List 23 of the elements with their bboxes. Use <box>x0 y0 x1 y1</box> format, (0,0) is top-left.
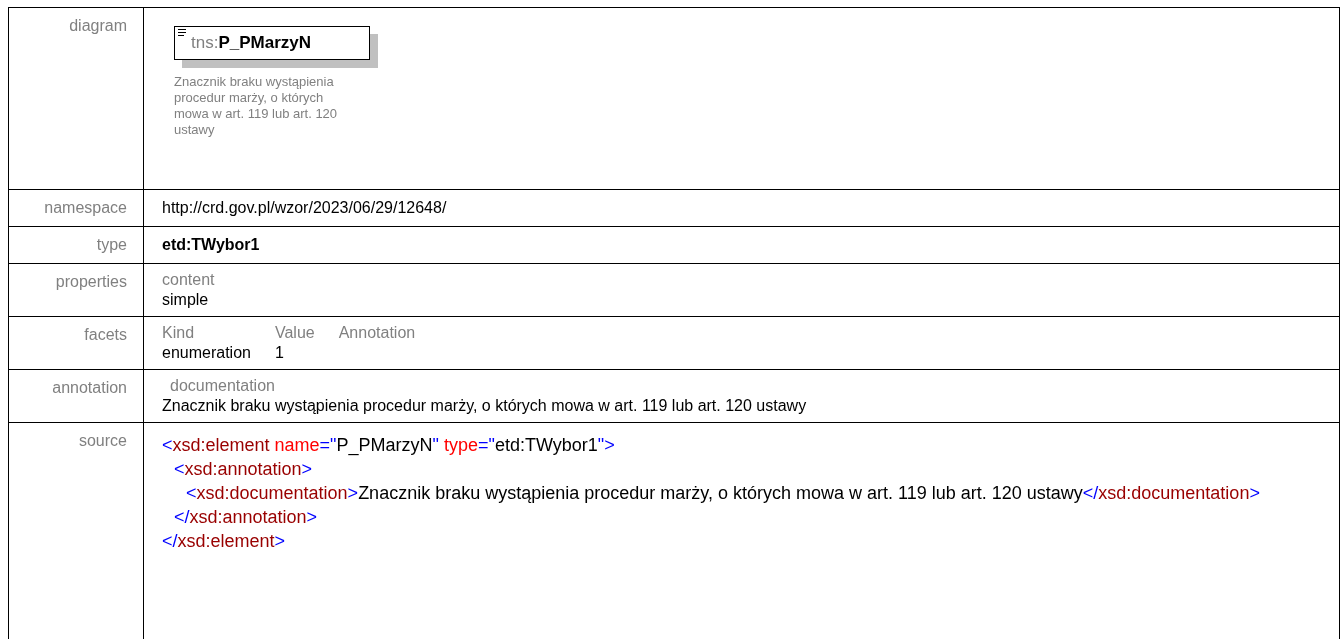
row-label: source <box>78 432 127 449</box>
row-label: facets <box>84 326 127 343</box>
column-header: Kind <box>162 324 195 341</box>
documentation-text: Znacznik braku wystąpienia procedur marży, o których mowa w art. 119 lub art. 120 ustawy <box>162 396 808 416</box>
element-description: Znacznik braku wystąpienia procedur marży, o których mowa w art. 119 lub art. 120 ustawy <box>174 74 339 138</box>
table-cell: simple <box>162 291 209 308</box>
value-text: etd:TWybor1 <box>162 236 260 253</box>
row-label: properties <box>55 273 127 290</box>
row-label: type <box>96 236 127 253</box>
element-prefix: tns: <box>191 32 219 55</box>
list-icon <box>178 29 186 36</box>
source-code: <xsd:element name="P_PMarzyN" type="etd:TWybor1"> <xsd:annotation> <xsd:documentation>Znacznik braku wystąpienia procedur marży, o których mowa w art. 119 lub art. 120 ustawy</xsd:documentation> </xsd:annotation> </xsd:element> <box>162 434 1261 553</box>
column-header: Value <box>274 324 315 341</box>
element-name: P_PMarzyN <box>218 32 311 55</box>
column-header: content <box>162 271 215 288</box>
column-header: Annotation <box>338 324 416 341</box>
table-cell: 1 <box>274 344 284 361</box>
row-label: namespace <box>44 199 127 216</box>
value-text: http://crd.gov.pl/wzor/2023/06/29/12648/ <box>162 199 447 216</box>
row-label: annotation <box>52 379 127 396</box>
column-header: documentation <box>169 376 276 396</box>
row-label: diagram <box>69 17 127 34</box>
table-cell: enumeration <box>162 344 251 361</box>
